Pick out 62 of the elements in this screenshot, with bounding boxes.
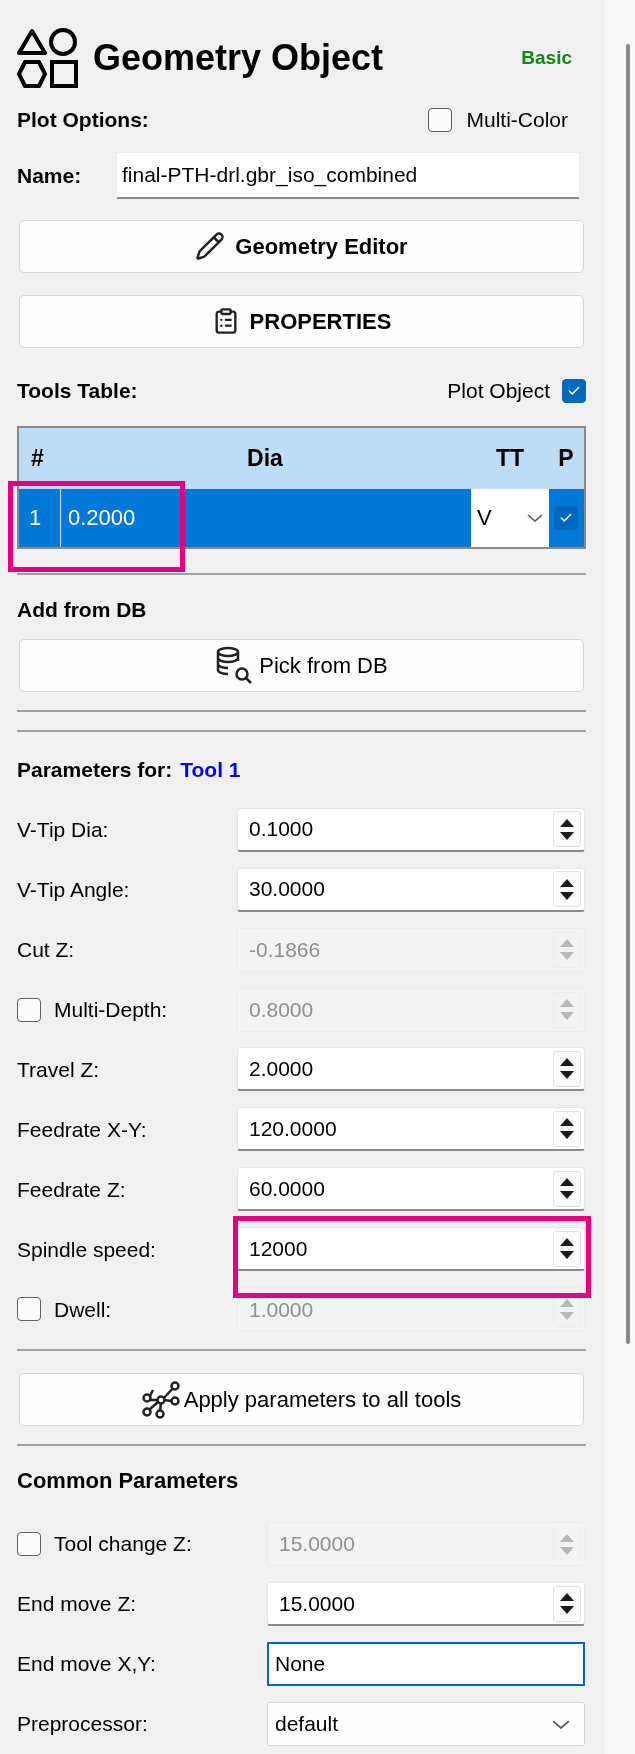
- column-header[interactable]: #: [19, 441, 61, 476]
- tool-type-dropdown[interactable]: V: [471, 488, 549, 547]
- panel-title: Geometry Object: [93, 35, 385, 80]
- field-label: Feedrate X-Y:: [17, 1116, 147, 1143]
- field-label: V-Tip Angle:: [17, 876, 130, 903]
- pick-from-db-button[interactable]: Pick from DB: [19, 638, 584, 692]
- field-label: Preprocessor:: [17, 1711, 148, 1738]
- field-label: Multi-Depth:: [54, 996, 168, 1023]
- spin-arrows-icon[interactable]: [553, 811, 581, 848]
- dropdown[interactable]: default: [267, 1702, 585, 1747]
- field-label: Travel Z:: [17, 1056, 100, 1083]
- apply-all-button[interactable]: Apply parameters to all tools: [19, 1373, 584, 1427]
- field-label: V-Tip Dia:: [17, 816, 109, 843]
- checkbox[interactable]: [554, 505, 578, 530]
- column-header[interactable]: Dia: [61, 441, 469, 476]
- text-field[interactable]: None: [267, 1642, 585, 1687]
- spin-arrows-icon[interactable]: [553, 1170, 581, 1207]
- name-field[interactable]: final-PTH-drl.gbr_iso_combined: [117, 152, 579, 199]
- column-header[interactable]: P: [551, 441, 581, 476]
- scrollbar[interactable]: [603, 0, 635, 1754]
- number-field[interactable]: 30.0000: [237, 867, 585, 912]
- spin-arrows-icon[interactable]: [553, 1051, 581, 1087]
- table-row[interactable]: 1 0.2000 V: [19, 488, 584, 547]
- number-field[interactable]: 15.0000: [267, 1582, 585, 1627]
- section-label: Tools Table:: [17, 378, 139, 405]
- number-field[interactable]: 12000: [237, 1227, 585, 1272]
- tool-name: Tool 1: [180, 756, 241, 783]
- section-label: Parameters for:: [17, 756, 173, 783]
- number-field[interactable]: 2.0000: [237, 1047, 585, 1092]
- field-label: Spindle speed:: [17, 1236, 156, 1263]
- checkbox-label: Multi-Color: [466, 107, 568, 134]
- number-field[interactable]: 0.1000: [237, 807, 585, 852]
- section-label: Common Parameters: [17, 1466, 239, 1495]
- field-label: Feedrate Z:: [17, 1176, 126, 1203]
- field-label: Cut Z:: [17, 936, 75, 963]
- chevron-down-icon: [552, 1719, 570, 1729]
- spin-arrows-icon[interactable]: [553, 1110, 581, 1147]
- field-label: End move X,Y:: [17, 1651, 156, 1678]
- section-label: Add from DB: [17, 597, 147, 624]
- field-label: Dwell:: [54, 1296, 112, 1323]
- spin-arrows-icon[interactable]: [553, 1230, 581, 1267]
- table-cell: 1: [19, 488, 61, 547]
- chevron-down-icon: [527, 513, 543, 522]
- checkbox-label: Plot Object: [447, 378, 550, 405]
- shapes-icon: [17, 26, 79, 89]
- field-label: End move Z:: [17, 1591, 137, 1618]
- number-field[interactable]: 120.0000: [237, 1107, 585, 1152]
- toolbar-button[interactable]: PROPERTIES: [19, 294, 584, 348]
- pencil-icon: [195, 231, 226, 262]
- checkbox[interactable]: [428, 107, 453, 132]
- field-label: Name:: [17, 163, 83, 190]
- column-header[interactable]: TT: [469, 441, 551, 476]
- field-label: Tool change Z:: [54, 1531, 192, 1558]
- nodes-icon: [141, 1380, 180, 1419]
- spin-arrows-icon[interactable]: [553, 871, 581, 908]
- number-field[interactable]: 60.0000: [237, 1167, 585, 1212]
- section-label: Plot Options:: [17, 107, 150, 134]
- toolbar-button[interactable]: Geometry Editor: [19, 219, 584, 273]
- checkbox[interactable]: [562, 378, 586, 403]
- table-cell-text: 0.2000: [67, 504, 137, 533]
- level-label: Basic: [521, 45, 572, 70]
- spin-arrows-icon[interactable]: [553, 1585, 581, 1622]
